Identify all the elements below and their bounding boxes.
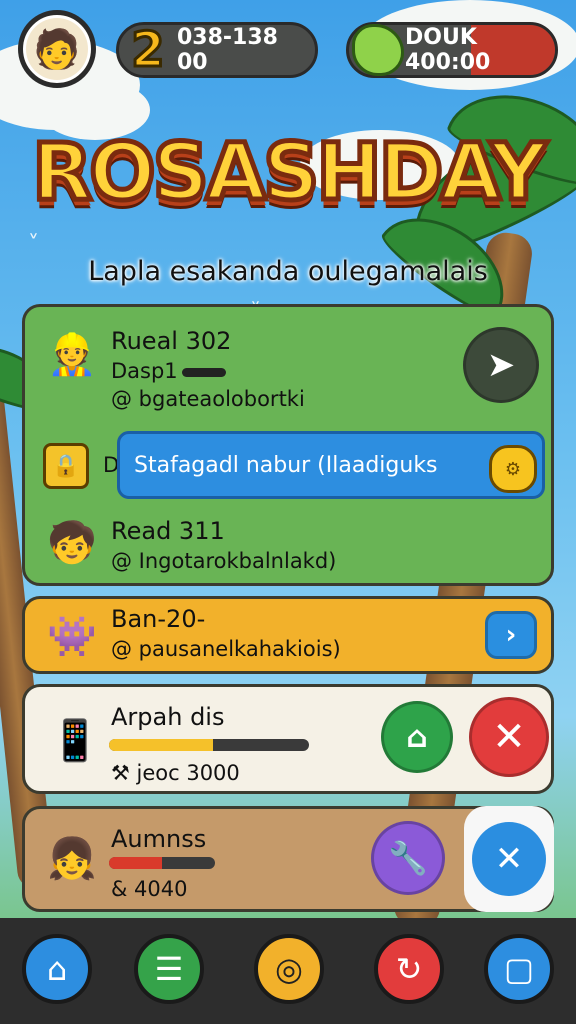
nav-camera-button[interactable]: ◎: [254, 934, 324, 1004]
news-icon: ☰: [154, 950, 184, 988]
coin-icon: 2: [130, 21, 166, 80]
quest-description: @ pausanelkahakiois): [111, 637, 341, 661]
refresh-icon: ↻: [395, 950, 423, 988]
quest-title: Ban-20-: [111, 605, 206, 633]
info-banner[interactable]: Stafagadl nabur (Ilaadiguks: [117, 431, 545, 499]
quest-description: @ Ingotarokbalnlakd): [111, 549, 337, 573]
nav-chat-button[interactable]: ▢: [484, 934, 554, 1004]
girl-avatar-icon: 👧: [47, 835, 97, 882]
wrench-button[interactable]: 🔧: [371, 821, 445, 895]
chevron-right-icon: ›: [505, 620, 517, 650]
close-button[interactable]: ✕: [469, 697, 549, 777]
quest-title: Aumnss: [111, 825, 207, 853]
quest-title: Rueal 302: [111, 327, 232, 355]
gem-icon: [347, 17, 409, 83]
upgrade-button[interactable]: ⌂: [381, 701, 453, 773]
bird-icon: ˅: [28, 232, 39, 257]
player-avatar-icon: 🧑: [33, 26, 81, 71]
quest-card-yellow[interactable]: 👾 Ban-20- @ pausanelkahakiois) ›: [22, 596, 554, 674]
quest-card-brown: 👧 Aumnss & 4040 🔧 ✕: [22, 806, 554, 912]
boy-avatar-icon: 🧒: [47, 519, 97, 566]
upgrade-icon: ⌂: [406, 719, 428, 755]
quest-detail: Dasp1: [111, 359, 226, 383]
arrow-right-icon: ➤: [486, 345, 516, 385]
quest-go-button[interactable]: ➤: [463, 327, 539, 403]
wrench-icon: 🔧: [388, 839, 428, 877]
chat-icon: ▢: [503, 950, 535, 988]
tools-icon: ✕: [472, 822, 546, 896]
coin-counter[interactable]: 2 038-138 00: [116, 21, 318, 80]
worker-avatar-icon: 👷: [47, 331, 97, 378]
lock-icon: 🔒: [43, 443, 89, 489]
banner-text: Stafagadl nabur (Ilaadiguks: [134, 452, 438, 478]
phone-device-icon: 📱: [50, 717, 100, 764]
quest-card-white: 📱 Arpah dis ⚒ jeoc 3000 ⌂ ✕: [22, 684, 554, 794]
game-subtitle: Lapla esakanda oulegamalais: [88, 256, 488, 287]
close-icon: ✕: [492, 714, 526, 760]
tools-panel[interactable]: ✕: [464, 806, 554, 912]
quest-description: @ bgateaolobortki: [111, 387, 305, 411]
gem-value: DOUK 400:00: [405, 25, 491, 75]
nav-home-button[interactable]: ⌂: [22, 934, 92, 1004]
quest-card-green: 👷 Rueal 302 Dasp1 @ bgateaolobortki ➤ 🔒 …: [22, 304, 554, 586]
coin-value: 038-138 00: [177, 25, 278, 75]
next-button[interactable]: ›: [485, 611, 537, 659]
gear-icon[interactable]: ⚙: [489, 445, 537, 493]
quest-reward: ⚒ jeoc 3000: [111, 761, 240, 785]
gem-counter[interactable]: DOUK 400:00: [346, 22, 558, 78]
nav-news-button[interactable]: ☰: [134, 934, 204, 1004]
player-avatar[interactable]: 🧑: [18, 10, 96, 88]
bottom-nav: ⌂ ☰ ◎ ↻ ▢: [0, 918, 576, 1024]
camera-icon: ◎: [275, 950, 303, 988]
quest-reward: & 4040: [111, 877, 188, 901]
quest-title: Arpah dis: [111, 703, 225, 731]
home-icon: ⌂: [46, 950, 68, 988]
nav-refresh-button[interactable]: ↻: [374, 934, 444, 1004]
quest-progress-bar: [109, 857, 215, 869]
game-title: ROSASHDAY: [30, 126, 550, 221]
quest-title: Read 311: [111, 517, 225, 545]
quest-progress-bar: [109, 739, 309, 751]
monster-avatar-icon: 👾: [47, 613, 97, 660]
